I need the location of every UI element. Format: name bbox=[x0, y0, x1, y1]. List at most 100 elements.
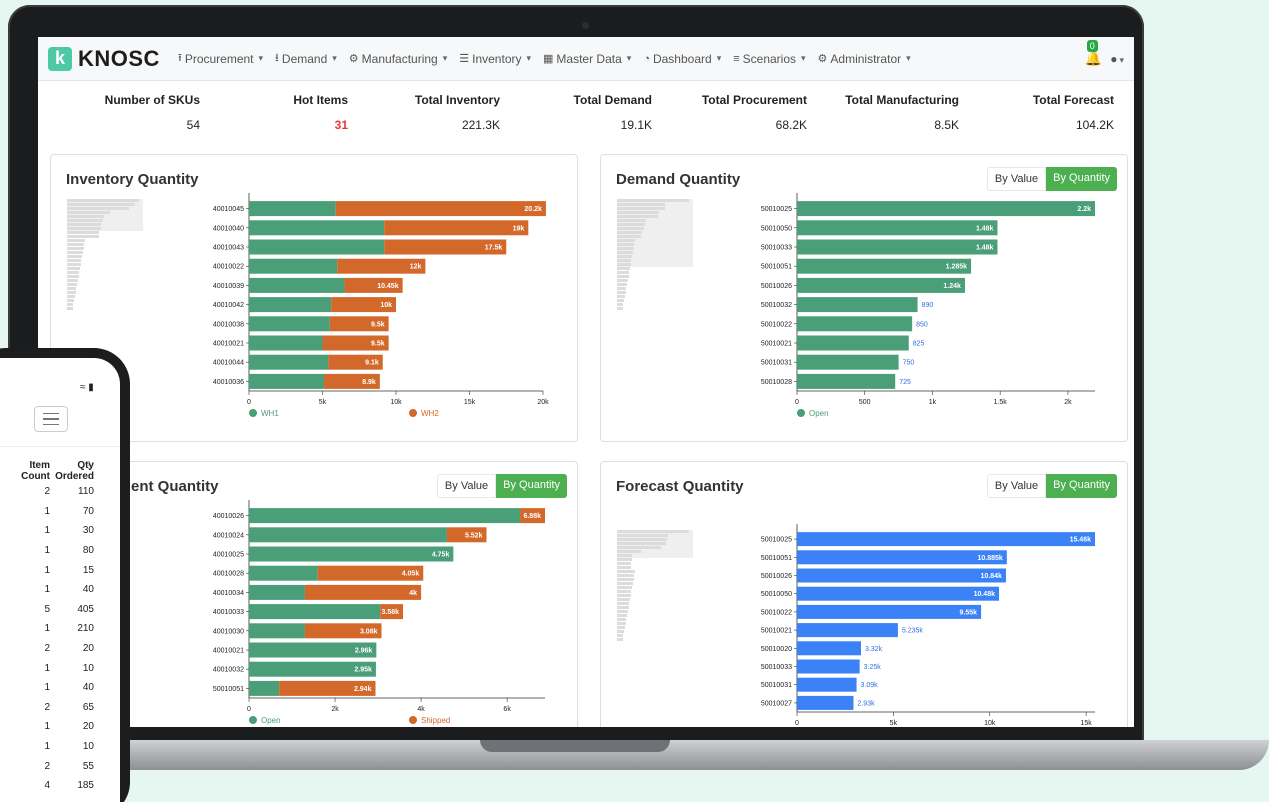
data-label: 5.235k bbox=[902, 628, 924, 635]
table-row[interactable]: 1 40 bbox=[0, 678, 100, 698]
bar[interactable] bbox=[249, 316, 330, 332]
bar[interactable] bbox=[335, 201, 546, 217]
phone-frame: ≈ ▮ ⋮ Item Count Qty Ordered 2 110 1 70 1 30 1 80… bbox=[0, 348, 130, 802]
legend-swatch bbox=[409, 716, 417, 724]
category-label: 40010034 bbox=[213, 590, 244, 597]
kpi-value: 68.2K bbox=[775, 118, 807, 132]
bar[interactable] bbox=[249, 373, 324, 389]
table-row[interactable]: 1 80 bbox=[0, 541, 100, 561]
bar[interactable] bbox=[249, 604, 381, 620]
bar[interactable] bbox=[797, 695, 854, 710]
bar[interactable] bbox=[249, 584, 305, 600]
bar[interactable] bbox=[249, 354, 329, 370]
bar[interactable] bbox=[249, 623, 305, 639]
bar[interactable] bbox=[249, 565, 318, 581]
table-row[interactable]: 1 10 bbox=[0, 658, 100, 678]
category-label: 50010028 bbox=[761, 379, 792, 386]
bar[interactable] bbox=[797, 316, 913, 332]
legend-swatch bbox=[249, 409, 257, 417]
header-qty-ordered[interactable]: Qty Ordered bbox=[50, 460, 94, 482]
nav-item-scenarios[interactable]: ≡ Scenarios ▾ bbox=[733, 49, 805, 68]
bar[interactable] bbox=[797, 568, 1006, 583]
data-label: 3.25k bbox=[864, 664, 882, 671]
bar[interactable] bbox=[249, 335, 323, 351]
kpi-hot-items: Hot Items 31 bbox=[200, 93, 348, 132]
qty-ordered-cell: 10 bbox=[82, 662, 94, 674]
category-label: 50010051 bbox=[761, 264, 792, 271]
bar[interactable] bbox=[797, 354, 899, 370]
nav-menu: ⭱ Procurement ▾ ⭳ Demand ▾ ⚙ Manufacturing ▾ ☰ Inv… bbox=[178, 49, 911, 68]
table-row[interactable]: 1 10 bbox=[0, 737, 100, 757]
legend-label[interactable]: WH1 bbox=[261, 409, 279, 418]
x-tick-label: 500 bbox=[859, 399, 871, 406]
category-label: 50010027 bbox=[761, 700, 792, 707]
bar[interactable] bbox=[797, 532, 1095, 547]
bar[interactable] bbox=[249, 527, 447, 543]
nav-item-inventory[interactable]: ☰ Inventory ▾ bbox=[459, 49, 531, 68]
header-item-count[interactable]: Item Count bbox=[0, 460, 50, 482]
bar[interactable] bbox=[797, 550, 1007, 565]
chevron-down-icon: ▾ bbox=[526, 53, 532, 63]
item-count-cell: 1 bbox=[44, 682, 50, 694]
bar[interactable] bbox=[797, 201, 1095, 217]
bar[interactable] bbox=[797, 277, 965, 293]
category-label: 40010039 bbox=[213, 283, 244, 290]
bar[interactable] bbox=[249, 297, 332, 313]
bar[interactable] bbox=[797, 220, 998, 236]
table-row[interactable]: 2 65 bbox=[0, 698, 100, 718]
bar[interactable] bbox=[797, 335, 909, 351]
x-tick-label: 1.5k bbox=[994, 399, 1008, 406]
table-row[interactable]: 1 210 bbox=[0, 619, 100, 639]
table-row[interactable]: 5 405 bbox=[0, 600, 100, 620]
bar[interactable] bbox=[797, 586, 1000, 601]
bar[interactable] bbox=[797, 373, 896, 389]
hamburger-icon bbox=[43, 412, 59, 415]
nav-item-dashboard[interactable]: ◔ Dashboard ▾ bbox=[643, 49, 721, 68]
x-tick-label: 2k bbox=[1064, 399, 1072, 406]
bar[interactable] bbox=[797, 239, 998, 255]
legend-label[interactable]: Open bbox=[261, 716, 281, 725]
table-row[interactable]: 2 55 bbox=[0, 756, 100, 776]
bar[interactable] bbox=[249, 277, 345, 293]
bar[interactable] bbox=[249, 546, 454, 562]
menu-button[interactable] bbox=[34, 406, 68, 432]
user-menu[interactable]: ● ▾ bbox=[1110, 52, 1124, 66]
bar[interactable] bbox=[304, 584, 422, 600]
nav-item-demand[interactable]: ⭳ Demand ▾ bbox=[275, 49, 337, 68]
bar[interactable] bbox=[249, 239, 385, 255]
legend-label[interactable]: WH2 bbox=[421, 409, 439, 418]
table-row[interactable]: 1 20 bbox=[0, 717, 100, 737]
bar[interactable] bbox=[249, 680, 280, 696]
table-row[interactable]: 1 15 bbox=[0, 560, 100, 580]
table-row[interactable]: 2 110 bbox=[0, 482, 100, 502]
nav-item-administrator[interactable]: ⚙ Administrator ▾ bbox=[818, 49, 911, 68]
bar[interactable] bbox=[797, 604, 982, 619]
legend-label[interactable]: Open bbox=[809, 409, 829, 418]
legend-label[interactable]: Shipped bbox=[421, 716, 450, 725]
table-row[interactable]: 1 70 bbox=[0, 502, 100, 522]
bar[interactable] bbox=[249, 201, 336, 217]
bar[interactable] bbox=[797, 623, 898, 638]
bar[interactable] bbox=[797, 297, 918, 313]
bar[interactable] bbox=[797, 677, 857, 692]
bar[interactable] bbox=[797, 659, 860, 674]
bar[interactable] bbox=[384, 220, 529, 236]
category-label: 50010050 bbox=[761, 591, 792, 598]
orders-table: Item Count Qty Ordered 2 110 1 70 1 30 1 80 1 15 1 40… bbox=[0, 460, 100, 796]
logo[interactable]: k KNOSC bbox=[48, 46, 160, 72]
notifications-button[interactable]: 🔔 0 bbox=[1085, 40, 1102, 67]
nav-item-procurement[interactable]: ⭱ Procurement ▾ bbox=[178, 49, 263, 68]
bar[interactable] bbox=[249, 508, 521, 524]
table-row[interactable]: 1 30 bbox=[0, 521, 100, 541]
table-row[interactable]: 2 20 bbox=[0, 639, 100, 659]
bar[interactable] bbox=[249, 258, 338, 274]
table-row[interactable]: 4 185 bbox=[0, 776, 100, 796]
x-tick-label: 20k bbox=[537, 399, 549, 406]
bar[interactable] bbox=[249, 220, 385, 236]
category-label: 40010032 bbox=[213, 667, 244, 674]
table-row[interactable]: 1 40 bbox=[0, 580, 100, 600]
nav-item-master-data[interactable]: ▦ Master Data ▾ bbox=[543, 49, 631, 68]
nav-item-manufacturing[interactable]: ⚙ Manufacturing ▾ bbox=[349, 49, 447, 68]
bar[interactable] bbox=[797, 641, 861, 656]
chevron-down-icon: ▾ bbox=[442, 53, 448, 63]
